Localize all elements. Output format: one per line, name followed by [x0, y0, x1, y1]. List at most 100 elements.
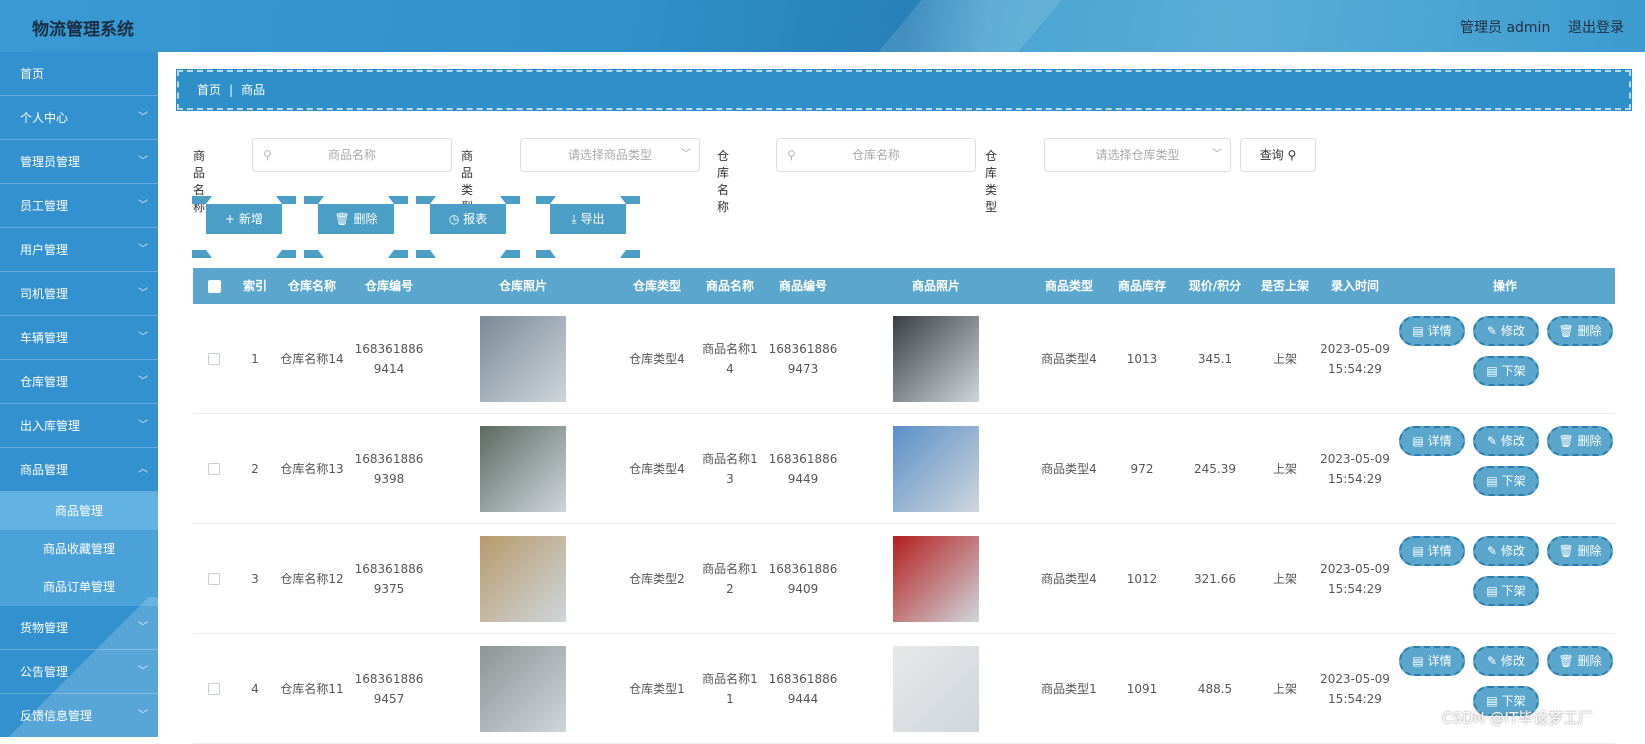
sidebar-item-admin-management[interactable]: 管理员管理 ﹀: [0, 140, 158, 184]
detail-button[interactable]: ▤ 详情: [1399, 536, 1465, 566]
checkbox-box: [208, 573, 220, 585]
breadcrumb-separator: |: [229, 83, 234, 97]
cell-text: 商品名称12: [702, 562, 758, 596]
goods-photo[interactable]: [893, 646, 979, 732]
detail-button[interactable]: ▤ 详情: [1399, 646, 1465, 676]
goods-photo[interactable]: [893, 536, 979, 622]
pencil-icon: ✎: [1487, 434, 1501, 448]
detail-label: 详情: [1427, 324, 1452, 338]
row-checkbox[interactable]: [193, 414, 235, 524]
add-button[interactable]: + 新增: [192, 196, 296, 258]
table-row: 4 仓库名称11 1683618869457 仓库类型1 商品名称11 168361886…: [193, 634, 1615, 744]
row-delete-label: 删除: [1577, 654, 1602, 668]
header-index: 索引: [242, 279, 267, 293]
trash-icon: 🗑: [334, 212, 354, 226]
cell-goods-name: 商品名称13: [697, 414, 763, 524]
unlist-button[interactable]: ▤ 下架: [1473, 356, 1539, 386]
sidebar-item-driver-management[interactable]: 司机管理 ﹀: [0, 272, 158, 316]
sidebar-item-goods-management[interactable]: 商品管理 ︿: [0, 448, 158, 492]
logout-link[interactable]: 退出登录: [1568, 17, 1624, 37]
row-delete-label: 删除: [1577, 434, 1602, 448]
breadcrumb-home[interactable]: 首页: [197, 83, 221, 97]
document-icon: ▤: [1412, 324, 1428, 338]
sidebar-item-notice-management[interactable]: 公告管理 ﹀: [0, 650, 158, 694]
edit-button[interactable]: ✎ 修改: [1473, 646, 1539, 676]
chevron-down-icon: ﹀: [1212, 149, 1222, 160]
header-warehouse-type: 仓库类型: [632, 279, 681, 293]
document-icon: ▤: [1486, 584, 1502, 598]
report-button[interactable]: ◷ 报表: [416, 196, 520, 258]
row-checkbox[interactable]: [193, 304, 235, 414]
sidebar-item-cargo-management[interactable]: 货物管理 ﹀: [0, 606, 158, 650]
sidebar-item-personal-center[interactable]: 个人中心 ﹀: [0, 96, 158, 140]
goods-photo-cell: [843, 304, 1029, 414]
unlist-button[interactable]: ▤ 下架: [1473, 466, 1539, 496]
cell-text: 上架: [1272, 682, 1297, 696]
row-checkbox[interactable]: [193, 634, 235, 744]
sidebar-subitem-goods-favorites[interactable]: 商品收藏管理: [0, 530, 158, 568]
cell-wh-name: 仓库名称12: [275, 524, 349, 634]
sidebar-subitem-goods-orders[interactable]: 商品订单管理: [0, 568, 158, 606]
sidebar-subitem-goods[interactable]: 商品管理: [0, 492, 158, 530]
goods-type-select[interactable]: 请选择商品类型 ﹀: [520, 138, 700, 172]
cell-text: 321.66: [1194, 572, 1236, 586]
warehouse-name-input[interactable]: ⚲ 仓库名称: [776, 138, 976, 172]
select-all-checkbox[interactable]: [193, 268, 235, 304]
table-header: 索引 仓库名称 仓库编号 仓库照片 仓库类型 商品名称 商品编号 商品照片 商品…: [193, 268, 1615, 304]
sidebar-item-label: 公告管理: [20, 665, 69, 679]
warehouse-photo[interactable]: [480, 426, 566, 512]
warehouse-photo[interactable]: [480, 646, 566, 732]
export-button[interactable]: ⤓ 导出: [536, 196, 640, 258]
cell-price: 345.1: [1175, 304, 1255, 414]
header-goods-no: 商品编号: [778, 279, 827, 293]
cell-text: 1683618869375: [354, 562, 424, 596]
row-delete-button[interactable]: 🗑 删除: [1547, 316, 1613, 346]
warehouse-photo[interactable]: [480, 536, 566, 622]
sidebar-item-inout-management[interactable]: 出入库管理 ﹀: [0, 404, 158, 448]
unlist-button[interactable]: ▤ 下架: [1473, 576, 1539, 606]
report-label: 报表: [463, 212, 488, 226]
goods-photo[interactable]: [893, 316, 979, 402]
edit-button[interactable]: ✎ 修改: [1473, 316, 1539, 346]
goods-photo-cell: [843, 634, 1029, 744]
sidebar-item-warehouse-management[interactable]: 仓库管理 ﹀: [0, 360, 158, 404]
cell-text: 4: [251, 682, 259, 696]
warehouse-type-label: 仓库类型: [985, 149, 998, 214]
cell-wh-name: 仓库名称11: [275, 634, 349, 744]
row-checkbox[interactable]: [193, 524, 235, 634]
row-delete-button[interactable]: 🗑 删除: [1547, 646, 1613, 676]
watermark: CSDN @IT毕设梦工厂: [1442, 709, 1594, 727]
edit-button[interactable]: ✎ 修改: [1473, 426, 1539, 456]
cell-text: 972: [1130, 462, 1154, 476]
row-delete-button[interactable]: 🗑 删除: [1547, 536, 1613, 566]
goods-photo[interactable]: [893, 426, 979, 512]
sidebar-item-user-management[interactable]: 用户管理 ﹀: [0, 228, 158, 272]
edit-button[interactable]: ✎ 修改: [1473, 536, 1539, 566]
cell-text: 1012: [1126, 572, 1158, 586]
cell-goods-name: 商品名称12: [697, 524, 763, 634]
cell-text: 商品类型4: [1041, 572, 1097, 586]
header-decoration: [878, 0, 1062, 52]
breadcrumb-current: 商品: [241, 83, 266, 97]
sidebar-item-vehicle-management[interactable]: 车辆管理 ﹀: [0, 316, 158, 360]
warehouse-photo[interactable]: [480, 316, 566, 402]
query-button[interactable]: 查询 ⚲: [1240, 138, 1316, 172]
document-icon: ▤: [1412, 434, 1428, 448]
delete-button[interactable]: 🗑 删除: [304, 196, 408, 258]
unlist-label: 下架: [1501, 364, 1526, 378]
detail-button[interactable]: ▤ 详情: [1399, 316, 1465, 346]
chevron-down-icon: ﹀: [681, 149, 691, 160]
row-delete-button[interactable]: 🗑 删除: [1547, 426, 1613, 456]
chevron-down-icon: ﹀: [138, 332, 148, 343]
detail-button[interactable]: ▤ 详情: [1399, 426, 1465, 456]
sidebar-item-staff-management[interactable]: 员工管理 ﹀: [0, 184, 158, 228]
sidebar-item-label: 个人中心: [20, 111, 69, 125]
goods-name-input[interactable]: ⚲ 商品名称: [252, 138, 452, 172]
sidebar-item-home[interactable]: 首页: [0, 52, 158, 96]
chevron-down-icon: ﹀: [138, 112, 148, 123]
row-delete-label: 删除: [1577, 544, 1602, 558]
unlist-label: 下架: [1501, 474, 1526, 488]
warehouse-type-select[interactable]: 请选择仓库类型 ﹀: [1044, 138, 1231, 172]
chevron-down-icon: ﹀: [138, 156, 148, 167]
sidebar-item-feedback-management[interactable]: 反馈信息管理 ﹀: [0, 694, 158, 737]
